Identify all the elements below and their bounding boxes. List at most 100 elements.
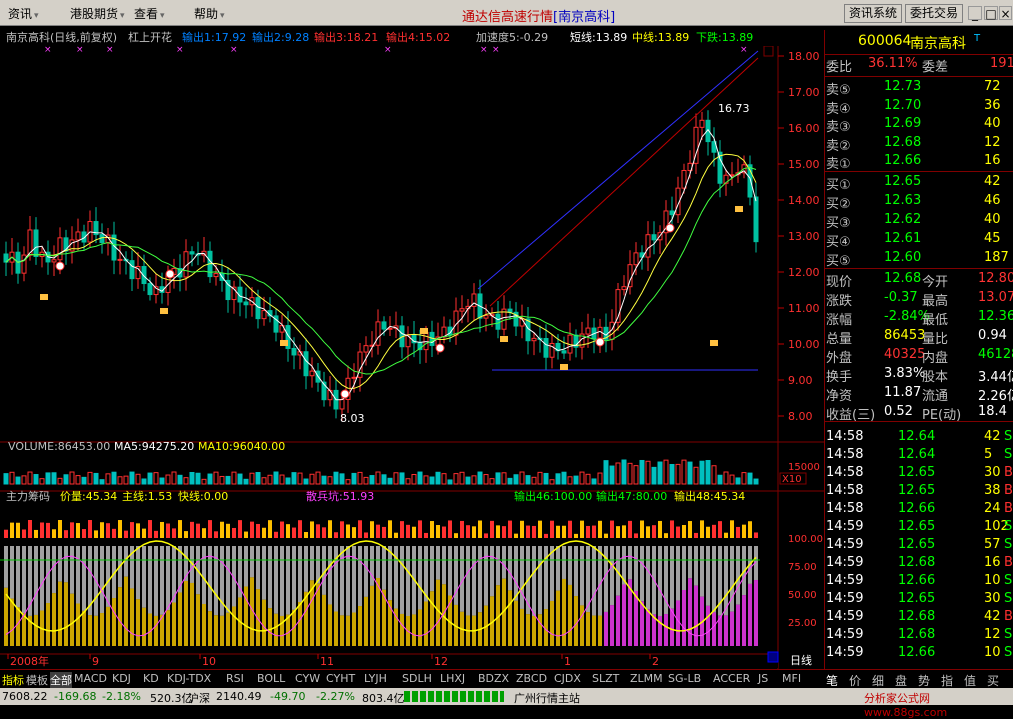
indicator-bar <box>292 546 296 610</box>
hand-signal-icon <box>280 340 288 346</box>
indicator-tab[interactable]: LHXJ <box>440 672 465 685</box>
indicator-bar <box>136 599 140 646</box>
indicator-tab[interactable]: BDZX <box>478 672 509 685</box>
stat-label: 外盘 <box>826 351 853 366</box>
indicator-tab[interactable]: KD <box>143 672 159 685</box>
indicator-tab[interactable]: KDJ <box>112 672 131 685</box>
quote-tab[interactable]: 值 <box>964 672 976 689</box>
index1-change: -169.68 <box>54 690 97 703</box>
indicator-tab[interactable]: MACD <box>74 672 107 685</box>
buy-level-label: 买① <box>826 178 851 193</box>
quote-tab[interactable]: 盘 <box>895 672 907 689</box>
indicator-bar <box>256 523 260 538</box>
menu-info[interactable]: 资讯 ▾ <box>8 5 39 22</box>
close-icon[interactable]: × <box>999 6 1012 21</box>
sell-row: 卖⑤ 12.73 72 <box>824 78 1013 98</box>
indicator-bar <box>724 532 728 538</box>
signal-marker: × <box>740 46 748 55</box>
index2-change: -49.70 <box>270 690 306 703</box>
volume-bar <box>447 479 453 485</box>
quote-tab[interactable]: 细 <box>872 672 884 689</box>
indicator-tab[interactable]: BOLL <box>257 672 285 685</box>
down-line: 下跌:13.89 <box>696 31 754 44</box>
indicator-tab[interactable]: SG-LB <box>668 672 701 685</box>
indicator-tab[interactable]: SLZT <box>592 672 619 685</box>
indicator-bar <box>268 546 272 609</box>
indicator-tick-label: 25.00 <box>788 618 817 629</box>
indicator-bar <box>16 522 20 538</box>
stat-value: -0.37 <box>884 290 918 305</box>
minimize-icon[interactable]: _ <box>968 6 982 21</box>
menu-hk-futures[interactable]: 港股期货 ▾ <box>70 5 125 22</box>
indicator-bar <box>532 525 536 538</box>
main-chart[interactable]: 18.0017.0016.0015.0014.0013.0012.0011.00… <box>0 46 824 669</box>
indicator-bar <box>388 520 392 538</box>
indicator-tab[interactable]: ZBCD <box>516 672 547 685</box>
restore-icon[interactable]: □ <box>984 6 998 21</box>
quote-tab[interactable]: 指 <box>941 672 953 689</box>
indicator-tab[interactable]: SDLH <box>402 672 432 685</box>
indicator-bar <box>52 529 56 538</box>
scroll-button[interactable] <box>767 651 779 663</box>
volume-bar <box>561 471 567 485</box>
indicator-bar <box>328 520 332 538</box>
volume-bar <box>537 471 543 485</box>
buy-level-label: 买④ <box>826 235 851 250</box>
trade-button[interactable]: 委托交易 <box>905 4 963 23</box>
menu-view[interactable]: 查看 ▾ <box>134 5 165 22</box>
info-system-button[interactable]: 资讯系统 <box>844 4 902 23</box>
volume-bar <box>153 472 159 485</box>
quote-tab[interactable]: 买 <box>987 672 999 689</box>
candle-body <box>633 252 639 266</box>
indicator-bar <box>250 546 254 578</box>
volume-bar <box>117 476 123 485</box>
candle-body <box>117 258 123 261</box>
quote-tab[interactable]: 势 <box>918 672 930 689</box>
indicator-tab[interactable]: CYW <box>295 672 320 685</box>
indicator-tab[interactable]: LYJH <box>364 672 387 685</box>
quote-panel: 600064 南京高科 T 委比 36.11% 委差 191 卖⑤ 12.73 72… <box>824 30 1013 670</box>
indicator-tick-label: 50.00 <box>788 590 817 601</box>
indicator-tab[interactable]: ACCER <box>713 672 750 685</box>
volume-bar <box>411 474 417 485</box>
tick-row: 14:58 12.64 42 S <box>824 428 1013 447</box>
volume-bar <box>729 474 735 485</box>
quote-tab[interactable]: 价 <box>849 672 861 689</box>
tick-volume: 38 <box>984 483 1001 498</box>
indicator-tab[interactable]: 指标 <box>2 672 24 688</box>
indicator-bar <box>400 613 404 646</box>
indicator-tab[interactable]: CJDX <box>554 672 581 685</box>
indicator-bar <box>328 604 332 646</box>
indicator-bar <box>478 546 482 613</box>
status-bar: 7608.22 -169.68 -2.18% 520.3亿 沪深 2140.49… <box>0 688 1013 719</box>
indicator-tab[interactable]: MFI <box>782 672 801 685</box>
indicator-tab[interactable]: RSI <box>226 672 244 685</box>
tick-price: 12.65 <box>898 483 936 498</box>
indicator-tab[interactable]: KDJ-TDX <box>167 672 211 685</box>
indicator-bar <box>160 521 164 538</box>
tick-direction: S <box>1004 519 1013 534</box>
indicator-bar <box>238 520 242 538</box>
quote-tab[interactable]: 笔 <box>826 672 838 689</box>
buy-price: 12.65 <box>884 174 922 189</box>
indicator-tab[interactable]: ZLMM <box>630 672 663 685</box>
indicator-bar <box>364 596 368 646</box>
indicator-tab[interactable]: 模板 <box>26 672 48 688</box>
indicator-bar <box>490 546 494 597</box>
price-tick-label: 18.00 <box>788 50 820 63</box>
tick-row: 14:58 12.66 24 B <box>824 500 1013 519</box>
tick-volume: 42 <box>984 429 1001 444</box>
menu-help[interactable]: 帮助 ▾ <box>194 5 225 22</box>
indicator-tab[interactable]: CYHT <box>326 672 355 685</box>
buy-row: 买② 12.63 46 <box>824 192 1013 212</box>
indicator-bar <box>742 595 746 646</box>
indicator-bar <box>514 600 518 646</box>
indicator-tab[interactable]: JS <box>758 672 768 685</box>
indicator-tick-label: 100.00 <box>788 534 823 545</box>
signal-marker: × <box>44 46 52 55</box>
volume-bar <box>543 472 549 485</box>
indicator-bar <box>166 546 170 611</box>
indicator-tab[interactable]: 全部 <box>50 672 72 688</box>
date-tick-label: 9 <box>92 655 99 668</box>
period-label[interactable]: 日线 <box>790 653 812 667</box>
